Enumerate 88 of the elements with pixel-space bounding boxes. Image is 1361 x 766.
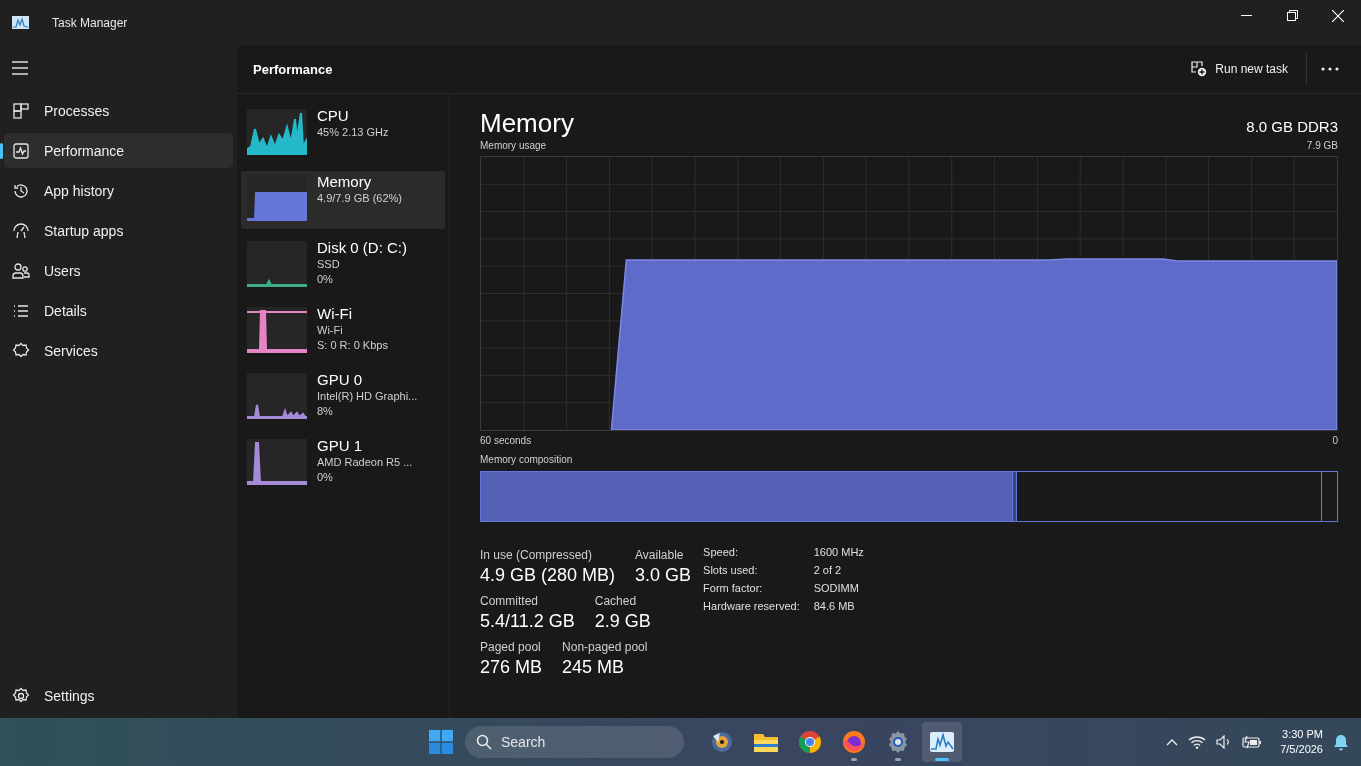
battery-icon[interactable] [1242, 735, 1263, 749]
stat-label: Cached [594, 593, 638, 609]
more-icon [1321, 67, 1339, 71]
chart-label: Memory usage [480, 139, 547, 153]
taskbar-app[interactable] [922, 722, 962, 762]
stat-label: In use (Compressed) [480, 547, 594, 563]
device-info: SSD [317, 257, 341, 272]
menu-icon[interactable] [12, 61, 28, 75]
services-icon [12, 341, 30, 360]
nav-item[interactable]: Services [4, 333, 233, 368]
device-info: Intel(R) HD Graphi... [317, 389, 418, 404]
stat-value: 2.9 GB [594, 610, 651, 633]
close-icon [1332, 9, 1344, 22]
spec-label: Slots used: [703, 563, 759, 578]
time-axis-label: 60 seconds [480, 434, 532, 448]
device-info: 8% [317, 404, 334, 419]
spec-value: 1600 MHz [813, 545, 864, 560]
nav-item[interactable]: Processes [4, 93, 233, 128]
notification-bell-icon[interactable] [1333, 733, 1349, 751]
windows-logo-icon [429, 730, 453, 754]
spec-value: 2 of 2 [813, 563, 843, 578]
run-new-task-button[interactable]: Run new task [1183, 55, 1296, 83]
page-title: Performance [253, 61, 333, 77]
device-info: Wi-Fi [317, 323, 344, 338]
spec-label: Form factor: [703, 581, 764, 596]
device-info: S: 0 R: 0 Kbps [317, 338, 388, 353]
device-info: 4.9/7.9 GB (62%) [317, 191, 402, 206]
memory-type: 8.0 GB DDR3 [1246, 118, 1338, 135]
device-info: 45% 2.13 GHz [317, 125, 389, 140]
device-info: 0% [317, 470, 334, 485]
device-name: CPU [317, 107, 350, 125]
stat-value: 3.0 GB [635, 564, 692, 587]
wifi-icon[interactable] [1188, 735, 1207, 749]
browser-icon [798, 730, 822, 754]
device-item[interactable]: Disk 0 (D: C:) SSD 0% [241, 237, 445, 295]
settings-icon [886, 730, 910, 754]
performance-icon [12, 141, 30, 160]
minimize-icon [1240, 14, 1252, 17]
startup-icon [12, 221, 30, 240]
stat-label: Paged pool [480, 639, 542, 655]
users-icon [12, 261, 30, 280]
app-icon [12, 16, 29, 29]
task-manager-icon [929, 731, 955, 753]
nav-item[interactable]: App history [4, 173, 233, 208]
fox-browser-icon [842, 730, 866, 754]
spec-value: 84.6 MB [813, 599, 856, 614]
spec-label: Hardware reserved: [703, 599, 800, 614]
device-item[interactable]: Wi-Fi Wi-Fi S: 0 R: 0 Kbps [241, 303, 445, 361]
device-item[interactable]: Memory 4.9/7.9 GB (62%) [241, 171, 445, 229]
search-icon [476, 734, 492, 750]
device-item[interactable]: CPU 45% 2.13 GHz [241, 105, 445, 163]
stat-value: 276 MB [480, 656, 543, 679]
device-item[interactable]: GPU 1 AMD Radeon R5 ... 0% [241, 435, 445, 493]
new-task-icon [1191, 61, 1208, 77]
clock-time[interactable]: 3:30 PM [1282, 727, 1323, 742]
maximize-icon [1286, 10, 1298, 21]
stat-label: Available [635, 547, 685, 563]
chevron-up-icon[interactable] [1166, 738, 1179, 746]
device-info: AMD Radeon R5 ... [317, 455, 413, 470]
device-name: GPU 1 [317, 437, 363, 455]
stat-value: 245 MB [562, 656, 626, 679]
axis-min-label: 0 [1332, 434, 1338, 448]
nav-item[interactable]: Details [4, 293, 233, 328]
stat-label: Committed [480, 593, 539, 609]
stat-value: 5.4/11.2 GB [480, 610, 575, 633]
folder-icon [753, 731, 779, 753]
nav-item[interactable]: Startup apps [4, 213, 233, 248]
spec-value: SODIMM [813, 581, 860, 596]
device-name: Memory [317, 173, 373, 191]
device-name: GPU 0 [317, 371, 363, 389]
device-name: Wi-Fi [317, 305, 353, 323]
nav-item[interactable]: Settings [4, 678, 233, 713]
chart-label: Memory composition [480, 453, 573, 467]
disc-player-icon [710, 730, 734, 754]
nav-item[interactable]: Users [4, 253, 233, 288]
stat-value: 4.9 GB (280 MB) [480, 564, 616, 587]
device-name: Disk 0 (D: C:) [317, 239, 407, 257]
spec-label: Speed: [703, 545, 739, 560]
processes-icon [12, 101, 30, 120]
history-icon [12, 181, 30, 200]
axis-max-label: 7.9 GB [1306, 139, 1338, 153]
settings-icon [12, 686, 30, 705]
device-item[interactable]: GPU 0 Intel(R) HD Graphi... 8% [241, 369, 445, 427]
stat-label: Non-paged pool [562, 639, 648, 655]
window-title: Task Manager [52, 15, 128, 30]
device-info: 0% [317, 272, 334, 287]
clock-date[interactable]: 7/5/2026 [1280, 742, 1323, 757]
resource-title: Memory [480, 108, 574, 139]
